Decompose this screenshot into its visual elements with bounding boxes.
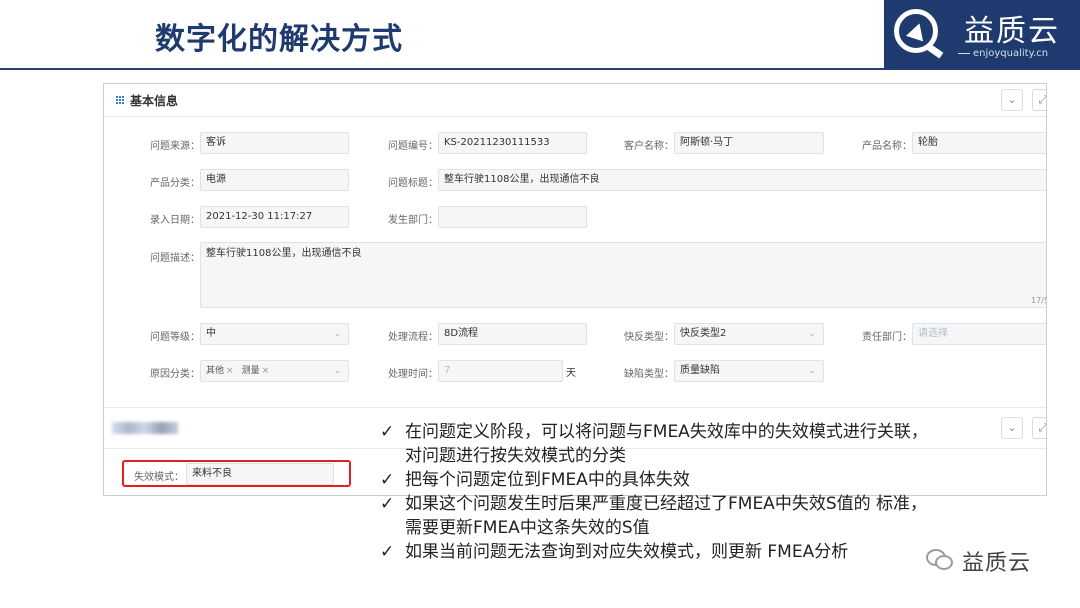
panel-title: 基本信息 (130, 94, 179, 108)
logo-emblem-icon (894, 9, 944, 59)
watermark-text: 益质云 (962, 551, 1032, 576)
source-field[interactable]: 客诉 (200, 132, 349, 154)
wechat-icon (926, 547, 956, 571)
customer-field[interactable]: 阿斯顿·马丁 (674, 132, 824, 154)
issue-number-field[interactable]: KS-20211230111533 (438, 132, 587, 154)
bullet-item: ✓ 在问题定义阶段，可以将问题与FMEA失效库中的失效模式进行关联， 对问题进行按失… (380, 420, 1020, 468)
issue-title-field[interactable]: 整车行驶1108公里，出现通信不良 (438, 169, 1046, 191)
product-label: 产品名称： (862, 141, 912, 152)
chevron-down-icon: ⌄ (333, 366, 341, 376)
brand-logo: 益质云 enjoyquality.cn (884, 0, 1080, 68)
check-icon: ✓ (380, 494, 395, 514)
expand-button[interactable]: ⤢ (1032, 89, 1047, 111)
expand-button[interactable]: ⤢ (1032, 417, 1047, 439)
level-label: 问题等级： (150, 332, 200, 343)
defect-type-value: 质量缺陷 (680, 365, 720, 376)
category-label: 产品分类： (150, 178, 200, 189)
bullet-line: 如果这个问题发生时后果严重度已经超过了FMEA中失效S值的 标准， (405, 494, 928, 514)
collapse-button[interactable]: ⌄ (1001, 89, 1023, 111)
panel-header: 基本信息 ⌄ ⤢ (104, 84, 1046, 117)
failure-mode-highlight (122, 460, 351, 487)
handling-time-label: 处理时间： (388, 369, 438, 380)
chevron-down-icon: ⌄ (808, 329, 816, 339)
department-label: 发生部门： (388, 215, 438, 226)
level-value: 中 (206, 328, 216, 339)
owner-department-select[interactable]: 请选择 (912, 323, 1046, 345)
grid-icon (116, 96, 125, 105)
close-icon[interactable]: × (262, 366, 270, 376)
defect-type-label: 缺陷类型： (624, 369, 674, 380)
logo-name: 益质云 (964, 14, 1060, 49)
logo-url: enjoyquality.cn (958, 48, 1048, 59)
character-counter: 17/5 (1031, 296, 1046, 305)
bullet-line: 需要更新FMEA中这条失效的S值 (405, 518, 650, 538)
check-icon: ✓ (380, 422, 395, 442)
category-field[interactable]: 电源 (200, 169, 349, 191)
bullet-line: 在问题定义阶段，可以将问题与FMEA失效库中的失效模式进行关联， (405, 422, 928, 442)
expand-icon: ⤢ (1038, 93, 1047, 106)
bullet-line: 把每个问题定位到FMEA中的具体失效 (405, 470, 690, 490)
chevron-down-icon: ⌄ (1007, 93, 1017, 106)
time-unit: 天 (566, 368, 576, 379)
bullet-item: ✓ 如果这个问题发生时后果严重度已经超过了FMEA中失效S值的 标准， 需要更新FM… (380, 492, 1020, 540)
quick-type-select[interactable]: 快反类型2 ⌄ (674, 323, 824, 345)
expand-icon: ⤢ (1038, 421, 1047, 434)
close-icon[interactable]: × (226, 366, 234, 376)
cause-tag-label: 测量 (241, 366, 260, 376)
bullet-list: ✓ 在问题定义阶段，可以将问题与FMEA失效库中的失效模式进行关联， 对问题进行按失… (380, 420, 1020, 564)
issue-title-label: 问题标题： (388, 178, 438, 189)
process-label: 处理流程： (388, 332, 438, 343)
issue-number-label: 问题编号： (388, 141, 438, 152)
cause-multiselect[interactable]: 其他 × 测量 × ⌄ (200, 360, 349, 382)
blurred-section-title (112, 422, 178, 434)
product-field[interactable]: 轮胎 (912, 132, 1046, 154)
handling-time-input[interactable]: 7 (438, 360, 563, 382)
customer-label: 客户名称： (624, 141, 674, 152)
cause-tag[interactable]: 测量 × (242, 361, 270, 381)
quick-type-label: 快反类型： (624, 332, 674, 343)
chevron-down-icon: ⌄ (333, 329, 341, 339)
description-textarea[interactable]: 整车行驶1108公里，出现通信不良 (200, 242, 1046, 308)
owner-department-label: 责任部门： (862, 332, 912, 343)
bullet-line: 对问题进行按失效模式的分类 (405, 446, 626, 466)
description-label: 问题描述： (150, 253, 200, 264)
title-divider (0, 68, 1080, 70)
entry-date-field[interactable]: 2021-12-30 11:17:27 (200, 206, 349, 228)
cause-tag-label: 其他 (206, 366, 225, 376)
quick-type-value: 快反类型2 (680, 328, 727, 339)
level-select[interactable]: 中 ⌄ (200, 323, 349, 345)
slide-title: 数字化的解决方式 (155, 22, 403, 57)
process-field[interactable]: 8D流程 (438, 323, 587, 345)
chevron-down-icon: ⌄ (808, 366, 816, 376)
bullet-item: ✓ 如果当前问题无法查询到对应失效模式，则更新 FMEA分析 (380, 540, 1020, 564)
source-label: 问题来源： (150, 141, 200, 152)
entry-date-label: 录入日期： (150, 215, 200, 226)
defect-type-select[interactable]: 质量缺陷 ⌄ (674, 360, 824, 382)
check-icon: ✓ (380, 470, 395, 490)
check-icon: ✓ (380, 542, 395, 562)
cause-tag[interactable]: 其他 × (206, 361, 234, 381)
department-field[interactable] (438, 206, 587, 228)
cause-label: 原因分类： (150, 369, 200, 380)
bullet-item: ✓ 把每个问题定位到FMEA中的具体失效 (380, 468, 1020, 492)
